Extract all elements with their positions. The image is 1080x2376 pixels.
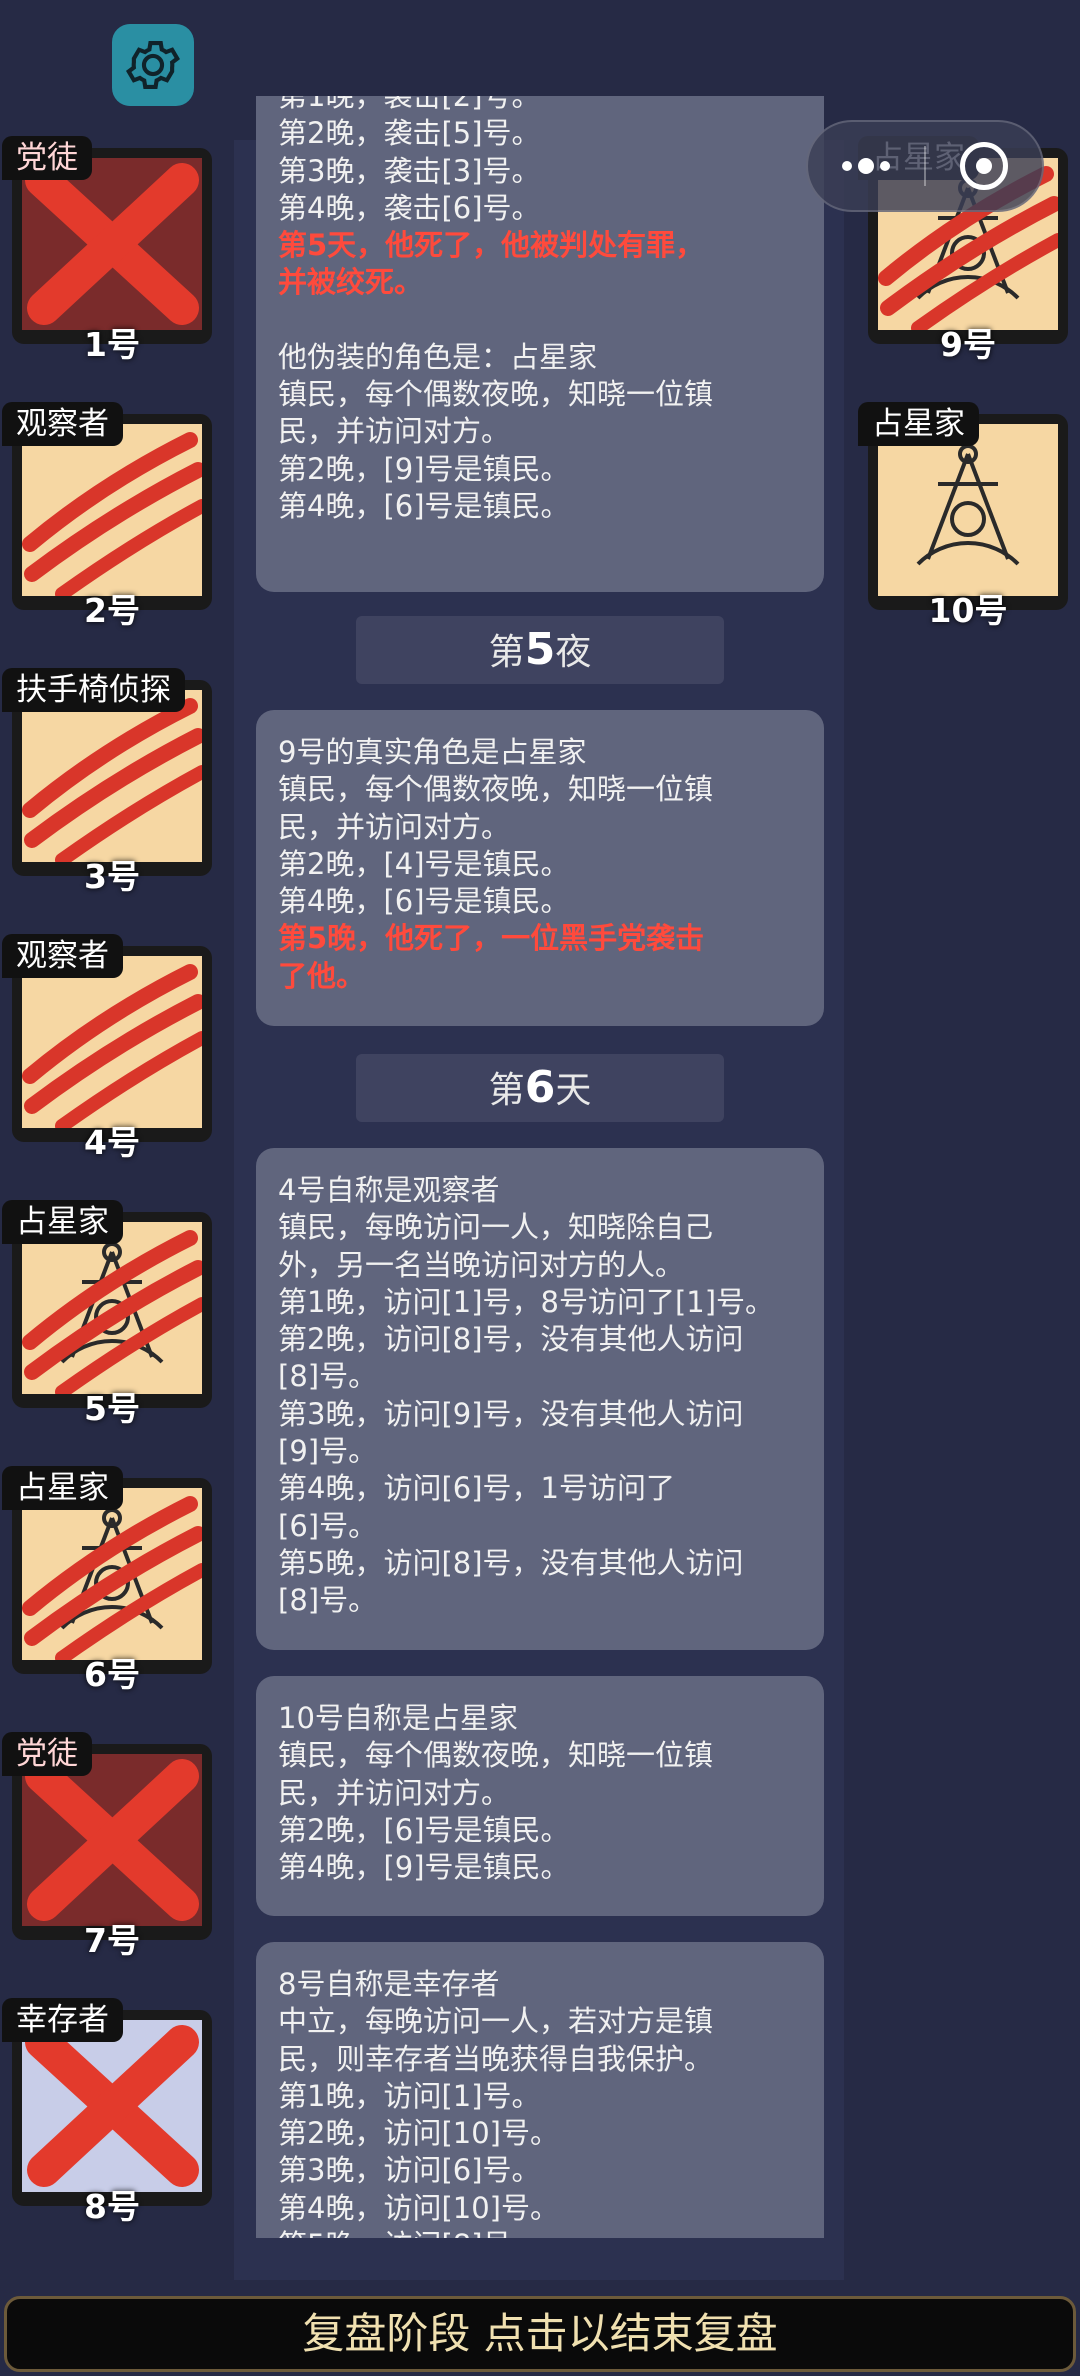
player-card-right-2[interactable]: 占星家 10号 — [858, 402, 1068, 632]
miniprogram-capsule — [806, 120, 1044, 212]
player-role-label: 扶手椅侦探 — [2, 668, 185, 712]
role-art — [22, 690, 202, 862]
log-bubble-claim-4: 4号自称是观察者 镇民，每晚访问一人，知晓除自己 外，另一名当晚访问对方的人。 … — [256, 1148, 824, 1650]
log-line: 第5晚，访问[8]号，没有其他人访问 — [278, 1545, 744, 1580]
log-line: 外，另一名当晚访问对方的人。 — [278, 1247, 685, 1282]
role-desc: 镇民，每个偶数夜晚，知晓一位镇 — [278, 772, 714, 807]
player-role-label: 观察者 — [2, 934, 123, 978]
role-desc: 镇民，每个偶数夜晚，知晓一位镇 — [278, 377, 714, 412]
log-line: [8]号。 — [278, 1583, 378, 1618]
end-review-button[interactable]: 复盘阶段 点击以结束复盘 — [4, 2296, 1076, 2372]
player-card-left-2[interactable]: 观察者 2号 — [2, 402, 212, 632]
player-number: 2号 — [84, 591, 140, 630]
banner-prefix: 第 — [488, 632, 525, 673]
log-line: 民，则幸存者当晚获得自我保护。 — [278, 2041, 714, 2076]
banner-suffix: 夜 — [555, 632, 592, 673]
role-art — [22, 2020, 202, 2192]
player-number: 3号 — [84, 857, 140, 896]
log-line: [9]号。 — [278, 1434, 378, 1469]
player-role-label: 党徒 — [2, 136, 92, 180]
disguise-line: 他伪装的角色是：占星家 — [278, 339, 598, 374]
player-card-left-1[interactable]: 党徒 1号 — [2, 136, 212, 366]
log-line: 第5晚，访问[8]号。 — [278, 2227, 802, 2238]
player-number: 8号 — [84, 2187, 140, 2226]
banner-number: 6 — [524, 1062, 556, 1113]
player-number: 5号 — [84, 1389, 140, 1428]
player-role-label: 党徒 — [2, 1732, 92, 1776]
player-number: 7号 — [84, 1921, 140, 1960]
role-art — [22, 1488, 202, 1660]
player-number: 4号 — [84, 1123, 140, 1162]
log-line: 第4晚，访问[10]号。 — [278, 2190, 559, 2225]
player-number: 6号 — [84, 1655, 140, 1694]
banner-number: 5 — [524, 624, 556, 675]
log-bubble-claim-10: 10号自称是占星家 镇民，每个偶数夜晚，知晓一位镇 民，并访问对方。 第2晚，[… — [256, 1676, 824, 1916]
log-line: 4号自称是观察者 — [278, 1173, 500, 1207]
log-line: 第3晚，袭击[3]号。 — [278, 153, 541, 188]
log-line: 10号自称是占星家 — [278, 1701, 518, 1735]
death-line: 了他。 — [278, 958, 366, 993]
log-line: [6]号。 — [278, 1508, 378, 1543]
more-dots-icon[interactable] — [842, 158, 890, 174]
settings-button[interactable] — [112, 24, 194, 106]
log-bubble-mafia: 第1晚，袭击[2]号。 第2晚，袭击[5]号。 第3晚，袭击[3]号。 第4晚，… — [256, 96, 824, 592]
player-role-label: 占星家 — [2, 1466, 123, 1510]
day-banner-day6: 第6天 — [356, 1054, 724, 1122]
role-art — [22, 158, 202, 330]
log-line: 第2晚，访问[10]号。 — [278, 2116, 559, 2151]
player-card-left-5[interactable]: 占星家 5号 — [2, 1200, 212, 1430]
log-line: 第4晚，[6]号是镇民。 — [278, 488, 570, 523]
log-line: 第2晚，[6]号是镇民。 — [278, 1812, 570, 1847]
death-line: 第5晚，他死了，一位黑手党袭击 — [278, 921, 705, 956]
player-card-left-7[interactable]: 党徒 7号 — [2, 1732, 212, 1962]
log-line: 第2晚，[4]号是镇民。 — [278, 846, 570, 881]
player-number: 10号 — [928, 591, 1008, 630]
player-number: 1号 — [84, 325, 140, 364]
log-line: 第3晚，访问[6]号。 — [278, 2153, 541, 2188]
role-desc: 民，并访问对方。 — [278, 414, 511, 449]
log-line: 镇民，每个偶数夜晚，知晓一位镇 — [278, 1738, 714, 1773]
log-line: 第4晚，[6]号是镇民。 — [278, 884, 570, 919]
player-card-left-6[interactable]: 占星家 6号 — [2, 1466, 212, 1696]
capsule-divider — [924, 146, 926, 186]
player-card-left-4[interactable]: 观察者 4号 — [2, 934, 212, 1164]
player-card-left-3[interactable]: 扶手椅侦探 3号 — [2, 668, 212, 898]
gear-icon — [125, 40, 181, 90]
role-art — [22, 1222, 202, 1394]
death-line: 第5天，他死了，他被判处有罪， — [278, 228, 705, 263]
log-bubble-true-role: 9号的真实角色是占星家 镇民，每个偶数夜晚，知晓一位镇 民，并访问对方。 第2晚… — [256, 710, 824, 1026]
role-art — [878, 424, 1058, 596]
log-line: 8号自称是幸存者 — [278, 1967, 500, 2001]
log-line: 中立，每晚访问一人，若对方是镇 — [278, 2004, 714, 2039]
role-art — [22, 1754, 202, 1926]
player-role-label: 占星家 — [858, 402, 979, 446]
log-line: 第4晚，访问[6]号，1号访问了 — [278, 1471, 675, 1506]
log-line: 第2晚，[9]号是镇民。 — [278, 451, 570, 486]
log-line: 第1晚，访问[1]号。 — [278, 2078, 541, 2113]
player-role-label: 观察者 — [2, 402, 123, 446]
role-art — [22, 424, 202, 596]
log-line: 第3晚，访问[9]号，没有其他人访问 — [278, 1396, 744, 1431]
banner-prefix: 第 — [488, 1070, 525, 1111]
log-line: 第4晚，[9]号是镇民。 — [278, 1850, 570, 1885]
log-line: 民，并访问对方。 — [278, 1775, 511, 1810]
target-icon[interactable] — [960, 142, 1008, 190]
log-line: 镇民，每晚访问一人，知晓除自己 — [278, 1210, 714, 1245]
day-banner-night5: 第5夜 — [356, 616, 724, 684]
banner-suffix: 天 — [555, 1070, 592, 1111]
log-title: 9号的真实角色是占星家 — [278, 735, 587, 769]
player-role-label: 占星家 — [2, 1200, 123, 1244]
log-line: 第4晚，袭击[6]号。 — [278, 190, 541, 225]
role-art — [22, 956, 202, 1128]
log-line: 第1晚，访问[1]号，8号访问了[1]号。 — [278, 1284, 775, 1319]
player-card-left-8[interactable]: 幸存者 8号 — [2, 1998, 212, 2228]
player-role-label: 幸存者 — [2, 1998, 123, 2042]
log-line: [8]号。 — [278, 1359, 378, 1394]
role-desc: 民，并访问对方。 — [278, 809, 511, 844]
log-line: 第2晚，访问[8]号，没有其他人访问 — [278, 1322, 744, 1357]
death-line: 并被绞死。 — [278, 265, 424, 300]
player-number: 9号 — [940, 325, 996, 364]
log-bubble-claim-8: 8号自称是幸存者 中立，每晚访问一人，若对方是镇 民，则幸存者当晚获得自我保护。… — [256, 1942, 824, 2238]
